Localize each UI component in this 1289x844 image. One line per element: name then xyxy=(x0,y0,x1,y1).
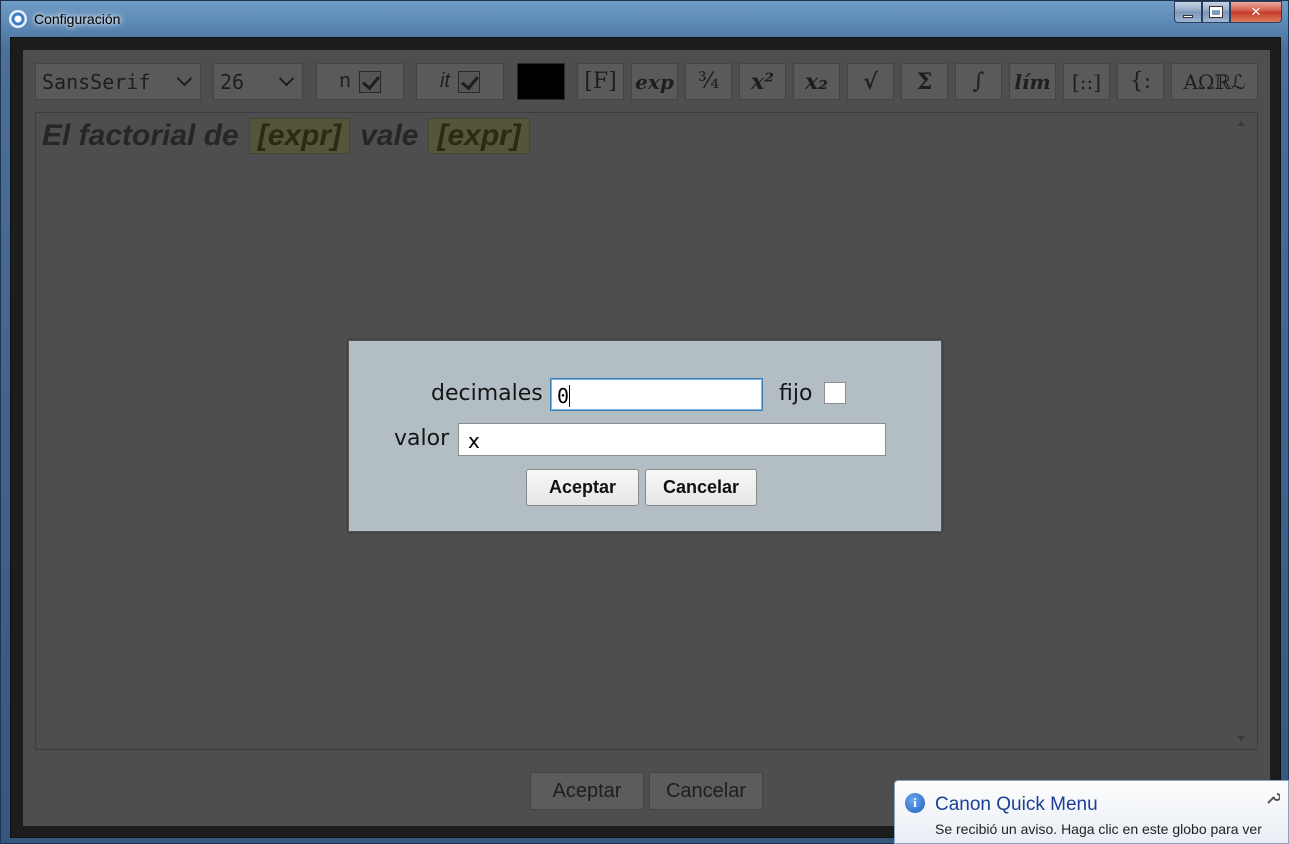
root-icon: √ xyxy=(863,68,878,95)
notification-balloon[interactable]: i Canon Quick Menu Se recibió un aviso. … xyxy=(894,780,1289,844)
maximize-icon xyxy=(1209,6,1223,18)
value-text: x xyxy=(468,429,480,453)
chevron-down-icon xyxy=(278,70,295,87)
minimize-button[interactable] xyxy=(1174,1,1202,23)
fixed-checkbox[interactable] xyxy=(824,382,846,404)
brace-button[interactable]: {: xyxy=(1117,63,1164,100)
notification-text: Se recibió un aviso. Haga clic en este g… xyxy=(935,821,1262,837)
sum-icon: Σ xyxy=(916,68,933,95)
fixed-label: fijo xyxy=(779,381,813,406)
font-family-select[interactable]: SansSerif xyxy=(35,63,201,100)
function-label: [F] xyxy=(584,69,617,94)
fraction-button[interactable]: ¾ xyxy=(685,63,732,100)
italic-checkbox[interactable] xyxy=(458,70,480,93)
brace-icon: {: xyxy=(1129,69,1152,94)
expr-placeholder[interactable]: [expr] xyxy=(428,118,530,154)
wrench-icon[interactable] xyxy=(1266,791,1280,805)
function-button[interactable]: [F] xyxy=(577,63,624,100)
decimals-input[interactable]: 0 xyxy=(550,378,763,411)
superscript-button[interactable]: x² xyxy=(739,63,786,100)
subscript-button[interactable]: x₂ xyxy=(793,63,840,100)
text-caret xyxy=(569,385,571,407)
title-bar[interactable]: Configuración ✕ xyxy=(1,1,1288,37)
value-dialog: decimales 0 fijo valor x Aceptar Cancela… xyxy=(348,340,942,532)
formula-text: vale xyxy=(360,119,419,152)
integral-button[interactable]: ∫ xyxy=(955,63,1002,100)
symbols-button[interactable]: AΩℝℒ xyxy=(1171,63,1258,100)
info-icon: i xyxy=(905,793,925,813)
scroll-up-arrow-icon[interactable] xyxy=(1237,121,1245,126)
scroll-down-arrow-icon[interactable] xyxy=(1237,736,1245,741)
normal-checkbox[interactable] xyxy=(358,70,381,93)
normal-toggle[interactable]: n xyxy=(316,63,404,100)
dialog-cancel-button[interactable]: Cancelar xyxy=(645,469,757,506)
matrix-button[interactable]: [::] xyxy=(1063,63,1110,100)
decimals-label: decimales xyxy=(431,381,543,406)
font-size-select[interactable]: 26 xyxy=(213,63,303,100)
window-title: Configuración xyxy=(34,11,121,27)
minimize-icon xyxy=(1183,14,1193,18)
limit-label: lím xyxy=(1014,69,1051,94)
root-button[interactable]: √ xyxy=(847,63,894,100)
cancel-button[interactable]: Cancelar xyxy=(649,772,763,810)
font-size-value: 26 xyxy=(220,69,245,94)
fraction-icon: ¾ xyxy=(697,69,720,94)
exp-label: exp xyxy=(635,69,674,94)
italic-label: it xyxy=(440,70,450,92)
expr-placeholder[interactable]: [expr] xyxy=(248,118,351,154)
italic-toggle[interactable]: it xyxy=(416,63,504,100)
chevron-down-icon xyxy=(176,70,193,87)
close-icon: ✕ xyxy=(1250,4,1262,20)
normal-label: n xyxy=(339,70,351,92)
sum-button[interactable]: Σ xyxy=(901,63,948,100)
formula-text: El factorial de xyxy=(42,119,239,152)
color-picker[interactable] xyxy=(517,63,565,100)
formula-content: El factorial de [expr] vale [expr] xyxy=(42,118,540,154)
integral-icon: ∫ xyxy=(972,69,985,94)
dialog-accept-button[interactable]: Aceptar xyxy=(526,469,639,506)
font-family-value: SansSerif xyxy=(42,69,151,94)
exp-button[interactable]: exp xyxy=(631,63,678,100)
subscript-icon: x₂ xyxy=(805,68,828,95)
maximize-button[interactable] xyxy=(1202,1,1230,23)
matrix-icon: [::] xyxy=(1071,69,1102,94)
close-button[interactable]: ✕ xyxy=(1230,1,1282,23)
notification-title: Canon Quick Menu xyxy=(935,794,1098,815)
formatting-toolbar: SansSerif 26 n it [F] exp ¾ x² x₂ √ Σ ∫ … xyxy=(35,63,1258,100)
decimals-value: 0 xyxy=(557,384,570,408)
symbols-icon: AΩℝℒ xyxy=(1183,69,1246,94)
limit-button[interactable]: lím xyxy=(1009,63,1056,100)
value-label: valor xyxy=(394,426,450,451)
value-input[interactable]: x xyxy=(458,423,886,456)
superscript-icon: x² xyxy=(751,68,774,95)
app-icon xyxy=(9,10,27,28)
accept-button[interactable]: Aceptar xyxy=(530,772,644,810)
window-controls: ✕ xyxy=(1174,1,1282,23)
